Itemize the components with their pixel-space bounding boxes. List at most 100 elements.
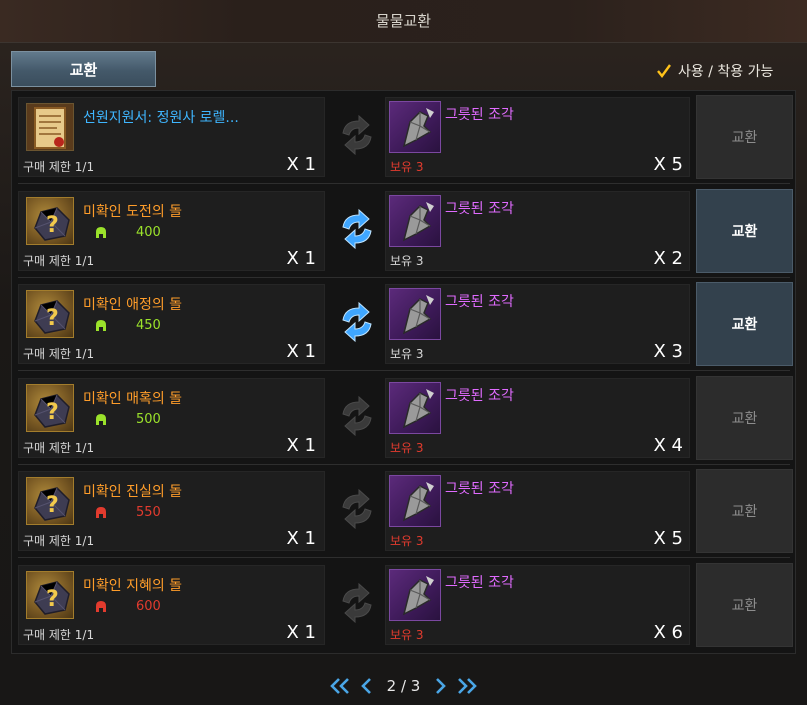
offer-slot[interactable]: ? 미확인 진실의 돌 550 구매 제한 1/1 X 1 <box>18 471 325 551</box>
swap-arrows-icon <box>342 114 372 156</box>
helmet-icon <box>96 320 106 331</box>
title-bar[interactable]: 물물교환 <box>0 0 807 43</box>
swap-arrows-icon <box>342 208 372 249</box>
fragment-icon <box>389 475 441 527</box>
offer-item-name: 미확인 도전의 돌 <box>83 203 183 220</box>
svg-text:?: ? <box>46 493 59 518</box>
prev-page-icon[interactable] <box>359 677 373 695</box>
required-slot[interactable]: 그릇된 조각 보유 3 X 4 <box>385 377 690 458</box>
helmet-icon <box>96 413 106 425</box>
scroll-icon <box>26 103 74 151</box>
exchange-row: ? 미확인 매혹의 돌 500 구매 제한 1/1 X 1 그릇된 조각 보유 … <box>18 374 793 461</box>
row-divider <box>18 557 790 558</box>
row-divider <box>18 183 790 184</box>
purchase-limit: 구매 제한 1/1 <box>23 627 95 642</box>
offer-cost: 400 <box>136 224 161 240</box>
purchase-limit: 구매 제한 1/1 <box>23 440 95 455</box>
owned-count: 보유 3 <box>390 440 424 455</box>
exchange-button[interactable]: 교환 <box>696 562 793 647</box>
tab-exchange[interactable]: 교환 <box>11 51 156 87</box>
purchase-limit: 구매 제한 1/1 <box>23 253 95 268</box>
exchange-row: 선원지원서: 정원사 로렐... 구매 제한 1/1 X 1 그릇된 조각 보유… <box>18 93 793 180</box>
pagination: 2 / 3 <box>0 672 807 700</box>
purchase-limit: 구매 제한 1/1 <box>23 160 95 174</box>
required-slot[interactable]: 그릇된 조각 보유 3 X 2 <box>385 190 690 271</box>
usable-filter-checkbox[interactable]: 사용 / 착용 가능 <box>656 61 773 81</box>
svg-text:?: ? <box>46 400 59 425</box>
row-divider <box>18 276 790 278</box>
offer-cost: 450 <box>136 318 161 333</box>
exchange-list: 선원지원서: 정원사 로렐... 구매 제한 1/1 X 1 그릇된 조각 보유… <box>11 90 796 654</box>
offer-quantity: X 1 <box>286 341 316 362</box>
exchange-button[interactable]: 교환 <box>696 375 793 460</box>
offer-item-name: 미확인 진실의 돌 <box>83 484 183 500</box>
exchange-button[interactable]: 교환 <box>696 188 793 273</box>
required-quantity: X 6 <box>653 621 683 643</box>
swap-arrows-icon <box>342 395 372 436</box>
required-quantity: X 2 <box>653 247 683 269</box>
page-indicator: 2 / 3 <box>386 677 421 695</box>
offer-quantity: X 1 <box>286 621 316 643</box>
last-page-icon[interactable] <box>456 677 478 695</box>
owned-count: 보유 3 <box>390 160 424 174</box>
swap-arrows-icon <box>342 488 372 530</box>
row-divider <box>18 463 790 465</box>
first-page-icon[interactable] <box>329 677 351 695</box>
required-slot[interactable]: 그릇된 조각 보유 3 X 3 <box>385 284 690 364</box>
stone-icon: ? <box>26 383 74 432</box>
fragment-icon <box>389 288 441 340</box>
window-title: 물물교환 <box>375 12 432 30</box>
offer-quantity: X 1 <box>286 528 316 549</box>
owned-count: 보유 3 <box>390 347 424 361</box>
offer-slot[interactable]: ? 미확인 애정의 돌 450 구매 제한 1/1 X 1 <box>18 284 325 364</box>
offer-quantity: X 1 <box>286 247 316 269</box>
required-slot[interactable]: 그릇된 조각 보유 3 X 5 <box>385 97 690 177</box>
offer-item-name: 미확인 애정의 돌 <box>83 297 183 313</box>
offer-quantity: X 1 <box>286 154 316 175</box>
offer-slot[interactable]: ? 미확인 지혜의 돌 600 구매 제한 1/1 X 1 <box>18 564 325 645</box>
fragment-icon <box>389 194 441 247</box>
swap-arrows-icon <box>342 582 372 623</box>
offer-slot[interactable]: ? 미확인 매혹의 돌 500 구매 제한 1/1 X 1 <box>18 377 325 458</box>
swap-arrows-icon <box>342 301 372 343</box>
required-item-name: 그릇된 조각 <box>445 481 514 497</box>
required-slot[interactable]: 그릇된 조각 보유 3 X 6 <box>385 564 690 645</box>
required-quantity: X 5 <box>653 154 683 175</box>
svg-text:?: ? <box>46 587 59 612</box>
row-divider <box>18 370 790 371</box>
offer-item-name: 미확인 매혹의 돌 <box>83 390 183 407</box>
stone-icon: ? <box>26 570 74 619</box>
owned-count: 보유 3 <box>390 534 424 548</box>
owned-count: 보유 3 <box>390 253 424 268</box>
offer-slot[interactable]: ? 미확인 도전의 돌 400 구매 제한 1/1 X 1 <box>18 190 325 271</box>
offer-quantity: X 1 <box>286 434 316 456</box>
owned-count: 보유 3 <box>390 627 424 642</box>
svg-text:?: ? <box>46 213 59 238</box>
svg-text:?: ? <box>46 306 59 331</box>
offer-cost: 600 <box>136 598 161 614</box>
required-item-name: 그릇된 조각 <box>445 200 514 217</box>
next-page-icon[interactable] <box>434 677 448 695</box>
exchange-button[interactable]: 교환 <box>696 95 793 179</box>
required-slot[interactable]: 그릇된 조각 보유 3 X 5 <box>385 471 690 551</box>
required-quantity: X 4 <box>653 434 683 456</box>
stone-icon: ? <box>26 477 74 525</box>
exchange-row: ? 미확인 도전의 돌 400 구매 제한 1/1 X 1 그릇된 조각 보유 … <box>18 187 793 274</box>
helmet-icon <box>96 507 106 518</box>
required-quantity: X 3 <box>653 341 683 362</box>
exchange-row: ? 미확인 애정의 돌 450 구매 제한 1/1 X 1 그릇된 조각 보유 … <box>18 280 793 367</box>
stone-icon: ? <box>26 196 74 245</box>
helmet-icon <box>96 600 106 612</box>
offer-item-name: 미확인 지혜의 돌 <box>83 577 183 594</box>
barter-window: 물물교환 교환 사용 / 착용 가능 선원지원서: 정원사 로렐... 구매 제… <box>0 0 807 705</box>
purchase-limit: 구매 제한 1/1 <box>23 347 95 361</box>
exchange-row: ? 미확인 지혜의 돌 600 구매 제한 1/1 X 1 그릇된 조각 보유 … <box>18 561 793 648</box>
fragment-icon <box>389 568 441 621</box>
helmet-icon <box>96 226 106 238</box>
usable-filter-label: 사용 / 착용 가능 <box>678 64 774 80</box>
required-item-name: 그릇된 조각 <box>445 387 514 404</box>
exchange-button[interactable]: 교환 <box>696 469 793 553</box>
offer-slot[interactable]: 선원지원서: 정원사 로렐... 구매 제한 1/1 X 1 <box>18 97 325 177</box>
exchange-button[interactable]: 교환 <box>696 282 793 366</box>
required-item-name: 그릇된 조각 <box>445 574 514 591</box>
